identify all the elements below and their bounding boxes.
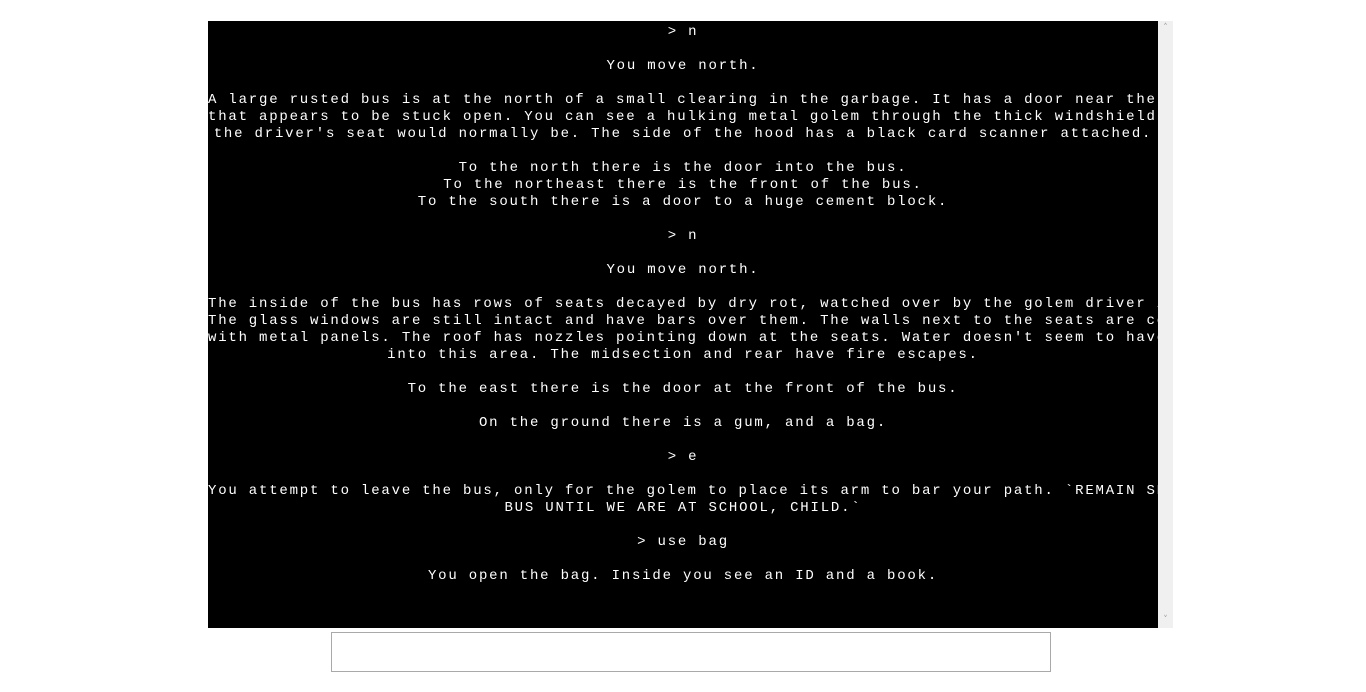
game-output: > n You move north. A large rusted bus is … (208, 21, 1158, 628)
output-paragraph: You move north. (208, 262, 1158, 279)
output-paragraph: The inside of the bus has rows of seats … (208, 296, 1158, 364)
output-line: into this area. The midsection and rear … (387, 347, 979, 363)
chevron-down-icon[interactable]: ˅ (1158, 613, 1173, 628)
output-line: that appears to be stuck open. You can s… (208, 109, 1158, 125)
output-line: > use bag (637, 534, 729, 550)
output-line: A large rusted bus is at the north of a … (208, 92, 1158, 108)
command-echo: > n (208, 228, 1158, 245)
output-line: BUS UNTIL WE ARE AT SCHOOL, CHILD.` (504, 500, 862, 516)
output-paragraph: On the ground there is a gum, and a bag. (208, 415, 1158, 432)
output-paragraph: You open the bag. Inside you see an ID a… (208, 568, 1158, 585)
scrollbar[interactable]: ˄ ˅ (1158, 21, 1173, 628)
output-paragraph: You attempt to leave the bus, only for t… (208, 483, 1158, 517)
output-line: You move north. (606, 262, 760, 278)
command-echo: > e (208, 449, 1158, 466)
command-echo: > use bag (208, 534, 1158, 551)
output-paragraph: To the east there is the door at the fro… (208, 381, 1158, 398)
output-paragraph: A large rusted bus is at the north of a … (208, 92, 1158, 143)
output-line: > n (667, 228, 699, 244)
output-line: To the east there is the door at the fro… (407, 381, 959, 397)
command-input[interactable] (331, 632, 1051, 672)
output-line: > e (667, 449, 699, 465)
output-line: > n (667, 24, 699, 40)
output-paragraph: To the north there is the door into the … (208, 160, 1158, 211)
chevron-up-icon[interactable]: ˄ (1158, 21, 1173, 36)
command-echo: > n (208, 24, 1158, 41)
output-line: the driver's seat would normally be. The… (213, 126, 1153, 142)
output-line: You open the bag. Inside you see an ID a… (427, 568, 939, 584)
output-line: The glass windows are still intact and h… (208, 313, 1158, 329)
output-line: To the northeast there is the front of t… (443, 177, 923, 193)
output-line: The inside of the bus has rows of seats … (208, 296, 1158, 312)
output-line: You attempt to leave the bus, only for t… (208, 483, 1158, 499)
output-line: To the south there is a door to a huge c… (417, 194, 949, 210)
output-paragraph: You move north. (208, 58, 1158, 75)
output-line: To the north there is the door into the … (458, 160, 908, 176)
output-line: You move north. (606, 58, 760, 74)
output-line: with metal panels. The roof has nozzles … (208, 330, 1158, 346)
output-line: On the ground there is a gum, and a bag. (478, 415, 888, 431)
